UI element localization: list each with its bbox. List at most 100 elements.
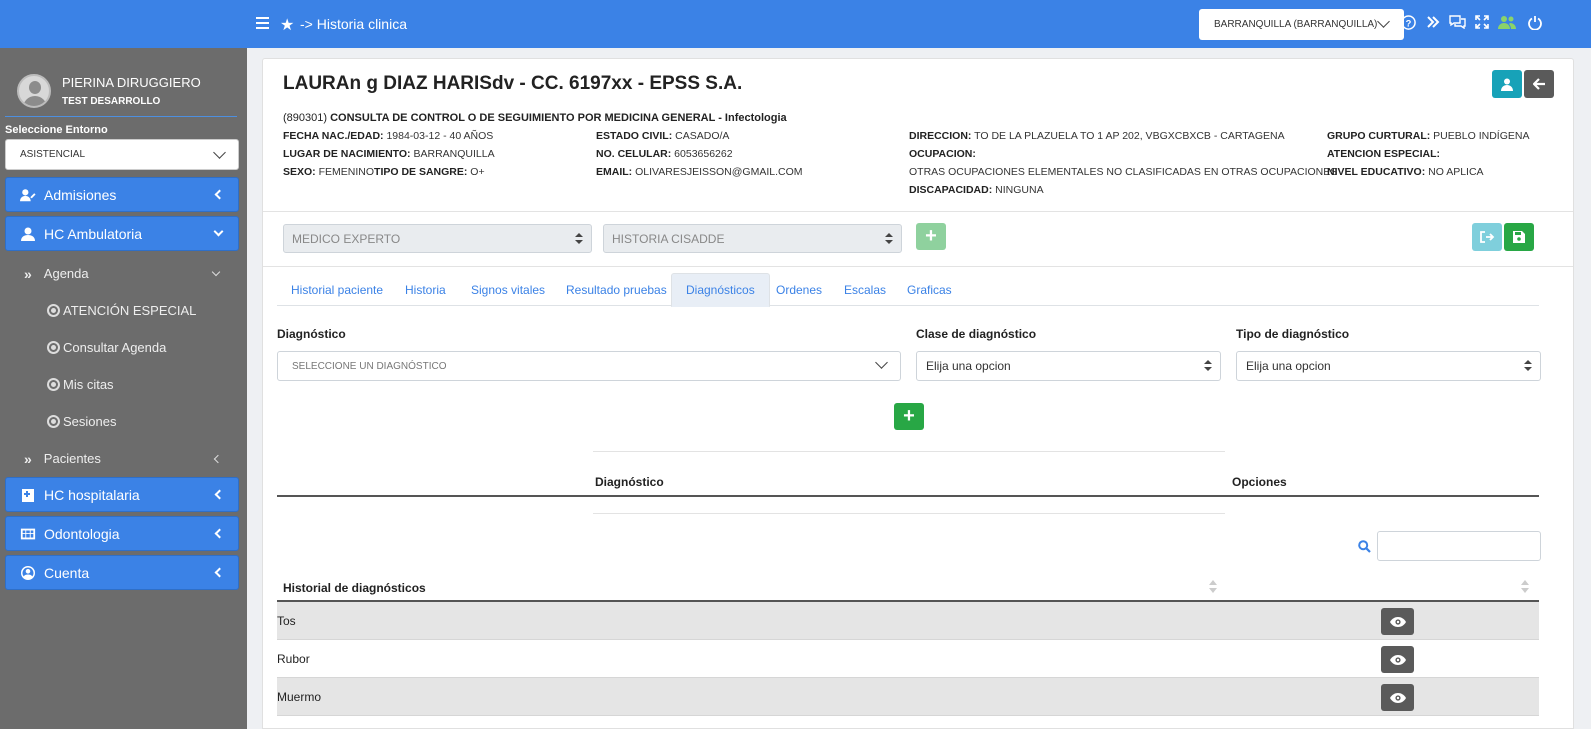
- type-select[interactable]: Elija una opcion: [1236, 351, 1541, 381]
- label: TIPO DE SANGRE:: [374, 166, 468, 178]
- sidebar-subitem-label: Agenda: [43, 266, 89, 281]
- chat-icon[interactable]: [1449, 15, 1466, 29]
- medico-select-value: MEDICO EXPERTO: [292, 231, 401, 246]
- label: NIVEL EDUCATIVO:: [1327, 166, 1426, 178]
- table-row: Tos: [277, 602, 1539, 640]
- circle-dot-icon: [47, 341, 60, 354]
- sidebar-subitem-label: Sesiones: [63, 414, 117, 429]
- breadcrumb: -> Historia clinica: [300, 16, 407, 32]
- sidebar-item-hc-ambulatoria[interactable]: HC Ambulatoria: [5, 216, 239, 251]
- info-col-4: GRUPO CURTURAL: PUEBLO INDÍGENA ATENCION…: [1327, 127, 1529, 181]
- tab-historia[interactable]: Historia: [391, 273, 460, 306]
- power-icon[interactable]: [1528, 15, 1542, 30]
- users-icon[interactable]: [1498, 15, 1516, 29]
- user-edit-icon: [20, 188, 36, 201]
- tab-ordenes[interactable]: Ordenes: [762, 273, 836, 306]
- label: GRUPO CURTURAL:: [1327, 130, 1431, 142]
- eye-icon: [1389, 616, 1406, 627]
- add-history-button[interactable]: +: [916, 223, 946, 250]
- tab-graficas[interactable]: Graficas: [893, 273, 966, 306]
- label: ESTADO CIVIL:: [596, 130, 673, 142]
- medico-select[interactable]: MEDICO EXPERTO: [283, 224, 592, 253]
- hamburger-menu-icon[interactable]: [256, 17, 269, 29]
- exit-button[interactable]: [1472, 223, 1502, 251]
- eye-icon: [1389, 654, 1406, 665]
- tab-bar: Historial paciente Historia Signos vital…: [277, 273, 1539, 307]
- user-panel: PIERINA DIRUGGIERO TEST DESARROLLO: [0, 48, 247, 116]
- env-label: Seleccione Entorno: [5, 124, 108, 136]
- disability-value: NINGUNA: [995, 184, 1044, 196]
- sidebar-item-odontologia[interactable]: Odontologia: [5, 516, 239, 551]
- label: FECHA NAC./EDAD:: [283, 130, 384, 142]
- user-role: TEST DESARROLLO: [62, 95, 161, 107]
- chevron-down-icon: [211, 267, 221, 277]
- double-chevron-icon[interactable]: [1426, 15, 1440, 29]
- tab-historial-paciente[interactable]: Historial paciente: [277, 273, 397, 306]
- historia-select[interactable]: HISTORIA CISADDE: [603, 224, 902, 253]
- question-icon[interactable]: ?: [1401, 15, 1416, 30]
- sidebar-subitem-mis-citas[interactable]: Mis citas: [0, 366, 247, 403]
- class-select[interactable]: Elija una opcion: [916, 351, 1221, 381]
- chevron-left-icon: [214, 189, 225, 200]
- sort-icon[interactable]: [1521, 580, 1529, 594]
- env-select[interactable]: ASISTENCIAL: [5, 139, 239, 170]
- class-select-value: Elija una opcion: [926, 359, 1011, 373]
- patient-profile-button[interactable]: [1492, 70, 1522, 98]
- view-button[interactable]: [1381, 684, 1414, 711]
- tab-signos-vitales[interactable]: Signos vitales: [457, 273, 559, 306]
- chevron-left-icon: [214, 489, 225, 500]
- city-select[interactable]: BARRANQUILLA (BARRANQUILLA): [1199, 9, 1404, 40]
- sort-icon[interactable]: [1209, 580, 1217, 594]
- sidebar-subitem-sesiones[interactable]: Sesiones: [0, 403, 247, 440]
- tab-resultado-pruebas[interactable]: Resultado pruebas: [552, 273, 681, 306]
- label: DIRECCION:: [909, 130, 972, 142]
- history-row-label: Rubor: [277, 651, 310, 666]
- sidebar-subitem-agenda[interactable]: » Agenda: [0, 255, 247, 292]
- sidebar-item-cuenta[interactable]: Cuenta: [5, 555, 239, 590]
- class-label: Clase de diagnóstico: [916, 327, 1037, 341]
- sidebar-item-hc-hospitalaria[interactable]: HC hospitalaria: [5, 477, 239, 512]
- add-diagnosis-button[interactable]: +: [894, 403, 924, 430]
- consult-specialty: - Infectologia: [715, 112, 787, 124]
- user-circle-icon: [21, 565, 35, 580]
- chevron-left-icon: [214, 528, 225, 539]
- expand-icon[interactable]: [1475, 15, 1489, 29]
- sort-arrows-icon: [1524, 360, 1532, 372]
- phone-value: 6053656262: [674, 148, 733, 160]
- sidebar-item-label: HC hospitalaria: [44, 486, 140, 503]
- back-button[interactable]: [1524, 70, 1554, 98]
- tab-diagnosticos[interactable]: Diagnósticos: [671, 273, 770, 307]
- sidebar-subitem-consultar-agenda[interactable]: Consultar Agenda: [0, 329, 247, 366]
- view-button[interactable]: [1381, 608, 1414, 635]
- search-input[interactable]: [1377, 531, 1541, 561]
- circle-dot-icon: [47, 415, 60, 428]
- view-button[interactable]: [1381, 646, 1414, 673]
- sidebar-subitem-pacientes[interactable]: » Pacientes: [0, 440, 247, 477]
- sidebar-item-admisiones[interactable]: Admisiones: [5, 177, 239, 212]
- sidebar-subitem-label: ATENCIÓN ESPECIAL: [63, 303, 197, 318]
- eye-icon: [1389, 692, 1406, 703]
- sign-out-icon: [1479, 231, 1494, 243]
- type-select-value: Elija una opcion: [1246, 359, 1331, 373]
- sidebar-subitem-atencion-especial[interactable]: ATENCIÓN ESPECIAL: [0, 292, 247, 329]
- birth-age-value: 1984-03-12 - 40 AÑOS: [386, 130, 494, 142]
- page-title: LAURAn g DIAZ HARISdv - CC. 6197xx - EPS…: [283, 73, 743, 94]
- save-button[interactable]: [1504, 223, 1534, 251]
- occupation-value: OTRAS OCUPACIONES ELEMENTALES NO CLASIFI…: [909, 166, 1338, 178]
- education-value: NO APLICA: [1428, 166, 1484, 178]
- user-name: PIERINA DIRUGGIERO: [62, 74, 201, 90]
- divider: [593, 513, 1225, 514]
- plus-icon: +: [925, 225, 937, 247]
- sidebar-subitem-label: Consultar Agenda: [63, 340, 167, 355]
- chevron-down-icon: [1377, 15, 1390, 28]
- history-header: Historial de diagnósticos: [283, 581, 426, 595]
- diagnosis-select[interactable]: SELECCIONE UN DIAGNÓSTICO: [277, 351, 901, 381]
- sidebar-brand: [0, 0, 247, 48]
- history-row-label: Muermo: [277, 689, 322, 704]
- city-select-value: BARRANQUILLA (BARRANQUILLA): [1214, 19, 1378, 30]
- label: ATENCION ESPECIAL:: [1327, 148, 1440, 160]
- divider: [263, 266, 1573, 267]
- table-row: Rubor: [277, 640, 1539, 678]
- grid-icon: [20, 528, 36, 539]
- tab-escalas[interactable]: Escalas: [830, 273, 900, 306]
